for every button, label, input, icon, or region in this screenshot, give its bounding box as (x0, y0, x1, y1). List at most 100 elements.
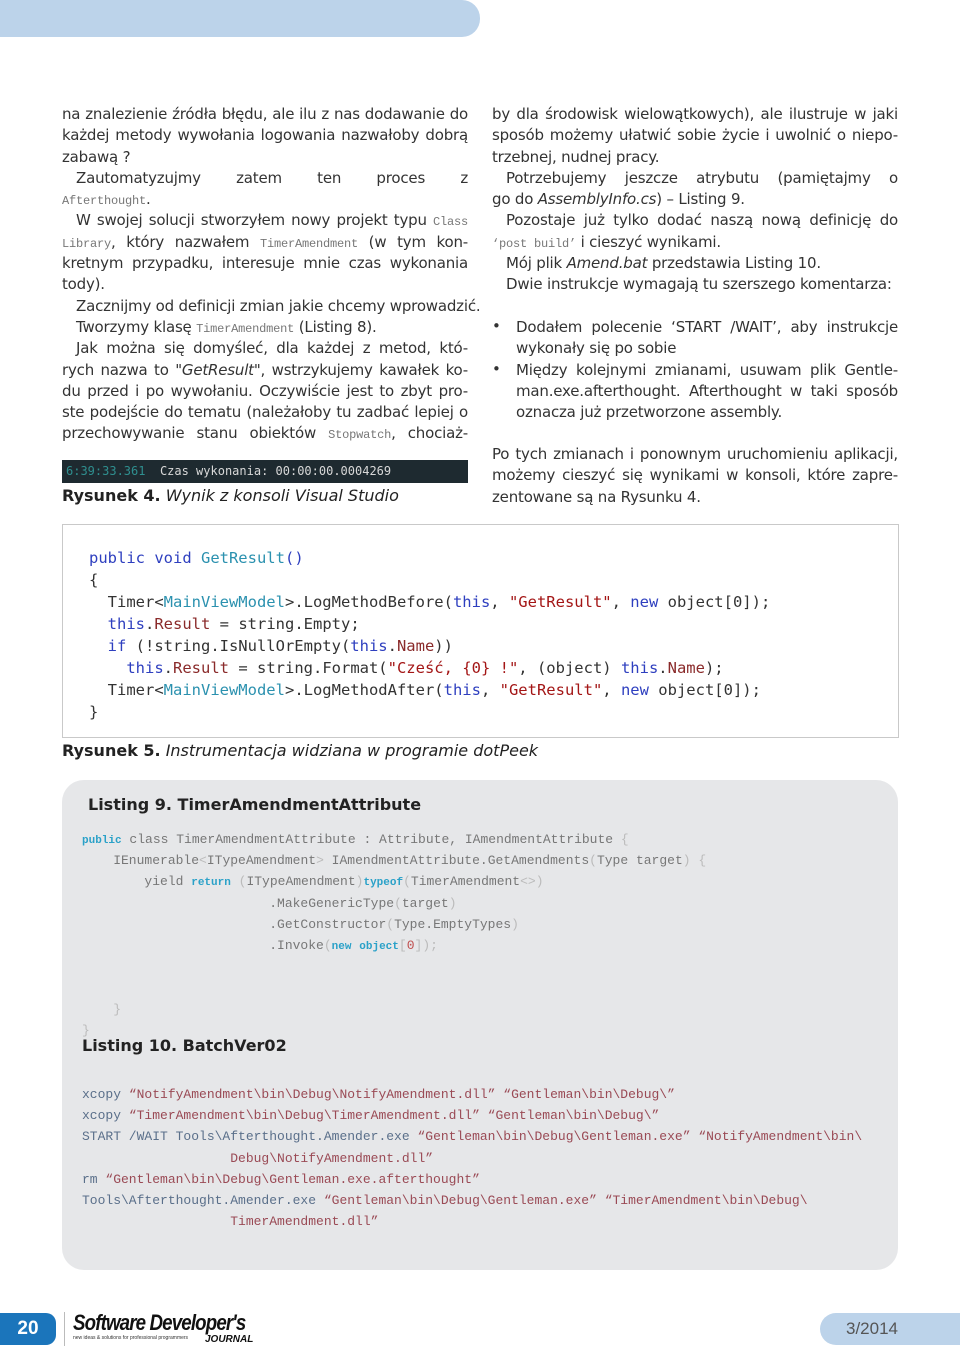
code-token: xcopy (82, 1087, 129, 1102)
code-line: yield return (ITypeAmendment)typeof(Time… (82, 871, 706, 892)
code-token: . (145, 615, 155, 633)
code-token: Type target (596, 853, 683, 869)
text-line: oznacza już przetworzone assembly. (516, 402, 898, 423)
code-line: public void GetResult() (89, 547, 770, 569)
code-token: > (316, 853, 324, 869)
code-token: ) (448, 895, 457, 911)
code-line: xcopy “NotifyAmendment\bin\Debug\NotifyA… (82, 1084, 862, 1105)
code-token: “NotifyAmendment\bin\Debug\NotifyAmendme… (128, 1087, 675, 1102)
code-token: ); (704, 659, 724, 677)
code-token: Type.EmptyTypes (394, 916, 512, 932)
magazine-logo: Software Developer's new ideas & solutio… (64, 1312, 276, 1346)
text-segment: W swojej solucji stworzyłem nowy projekt… (76, 211, 433, 230)
text-line: ste podejście do tematu (należałoby tu z… (62, 402, 468, 423)
code-token: >.LogMethodBefore( (284, 593, 453, 611)
code-line: Tools\Afterthought.Amender.exe “Gentlema… (82, 1190, 862, 1211)
code-token: “Gentleman\bin\Debug\Gentleman.exe” “Tim… (323, 1192, 808, 1208)
text-line: man.exe.afterthought. Afterthought w tak… (516, 381, 898, 402)
text-segment: ", wstrzykujemy kawałek ko- (253, 360, 468, 379)
text-line: W swojej solucji stworzyłem nowy projekt… (62, 210, 468, 231)
code-token: public (82, 835, 122, 847)
code-token: ITypeAmendment (206, 853, 317, 869)
text-line: Tworzymy klasę TimerAmendment (Listing 8… (62, 317, 468, 338)
text-segment: du przed i po wywołaniu. Oczywiście jest… (62, 381, 468, 400)
code-token: MainViewModel (163, 593, 285, 611)
code-line: .GetConstructor(Type.EmptyTypes) (82, 914, 706, 935)
code-token: } (82, 1001, 122, 1017)
code-token: Tools\Afterthought.Amender.exe (82, 1192, 324, 1208)
code-token: = string.Format( (229, 659, 388, 677)
code-token: this (350, 637, 388, 655)
code-line (82, 956, 706, 977)
text-line: Afterthought. (62, 189, 468, 210)
code-line: Debug\NotifyAmendment.dll” (82, 1148, 862, 1169)
code-token: ( (403, 874, 411, 890)
text-segment: Zacznijmy od definicji zmian jakie chcem… (76, 296, 481, 315)
text-line: Po tych zmianach i ponownym uruchomieniu… (492, 444, 898, 465)
listing-10-title: Listing 10. BatchVer02 (82, 1036, 287, 1055)
code-token: Name (396, 637, 435, 655)
code-token: GetResult (200, 549, 285, 567)
code-line: Timer<MainViewModel>.LogMethodBefore(thi… (89, 591, 771, 613)
text-segment: Library (62, 236, 112, 251)
code-token: this (89, 615, 145, 633)
code-line: } (82, 999, 706, 1020)
right-text-column: by dla środowisk wielowątkowych), ale il… (492, 104, 898, 296)
text-segment: by dla środowisk wielowątkowych), ale il… (492, 105, 898, 123)
code-token: >.LogMethodAfter( (284, 681, 444, 699)
code-token: (!string.IsNullOrEmpty( (126, 637, 351, 655)
text-segment: Pozostaje już tylko dodać naszą nową def… (506, 211, 898, 230)
code-token: object (359, 940, 399, 953)
text-segment: Stopwatch (328, 428, 392, 443)
code-token: “Gentleman\bin\Debug\Gentleman.exe” “Not… (417, 1129, 863, 1145)
code-token: TimerAmendment (410, 874, 521, 890)
code-token: xcopy (82, 1108, 129, 1124)
code-token: Debug\NotifyAmendment.dll” (82, 1150, 434, 1166)
text-line: każdej metody wywołania logowania nazwał… (62, 125, 468, 146)
code-line: this.Result = string.Empty; (89, 613, 770, 635)
code-token: { (89, 571, 99, 589)
code-token: Timer< (89, 593, 164, 611)
issue-number: 3/2014 (820, 1313, 960, 1345)
code-token: Name (667, 659, 705, 677)
text-line: Dwie instrukcje wymagają tu szerszego ko… (492, 274, 898, 295)
code-token: typeof (363, 877, 404, 890)
header-bar (0, 0, 480, 37)
text-segment: Tworzymy klasę (76, 317, 197, 336)
code-token: } (89, 703, 99, 721)
text-segment: Zautomatyzujmy zatem ten proces z wykorz… (76, 168, 468, 187)
code-line (82, 977, 706, 998)
code-token: .GetConstructor (82, 916, 387, 932)
text-segment: przedstawia Listing 10. (647, 254, 821, 273)
text-segment: Między kolejnymi zmianami, usuwam plik G… (516, 360, 898, 379)
code-token: TimerAmendment.dll” (82, 1214, 379, 1230)
console-text: Czas wykonania: 00:00:00.0004269 (159, 464, 392, 478)
text-segment: Dwie instrukcje wymagają tu szerszego ko… (506, 275, 892, 294)
text-line: na znalezienie źródła błędu, ale ilu z n… (62, 104, 468, 125)
text-line: Zacznijmy od definicji zmian jakie chcem… (62, 296, 481, 317)
text-segment: zabawą ? (62, 147, 131, 166)
code-token: , (602, 681, 621, 699)
list-item: • Dodałem polecenie ‘START /WAIT’, aby in… (492, 317, 898, 360)
code-token: ( (589, 853, 597, 869)
code-token: <>) (520, 874, 544, 890)
listing-9-code: public class TimerAmendmentAttribute : A… (82, 829, 706, 1041)
code-token: rm (82, 1171, 106, 1187)
code-line: .Invoke(new object[0]); (82, 935, 706, 956)
text-segment: TimerAmendment (196, 321, 295, 336)
code-token: this (620, 659, 659, 677)
code-token: IAmendmentAttribute.GetAmendments (323, 853, 590, 869)
text-segment: Dodałem polecenie ‘START /WAIT’, aby ins… (516, 318, 898, 336)
listing-9-title: Listing 9. TimerAmendmentAttribute (88, 795, 422, 814)
text-line: trzebnej, nudnej pracy. (492, 147, 898, 168)
text-segment: TimerAmendment (259, 236, 358, 251)
text-line: możemy cieszyć się wynikami w konsoli, k… (492, 465, 898, 486)
text-line: zentowane są na Rysunku 4. (492, 487, 898, 508)
figure-4-console-output: 6:39:33.361 Czas wykonania: 00:00:00.000… (62, 460, 468, 483)
text-segment: , chociaż- (391, 424, 468, 443)
text-line: Mój plik Amend.bat przedstawia Listing 1… (492, 253, 898, 274)
text-line: Zautomatyzujmy zatem ten proces z wykorz… (62, 168, 468, 189)
text-segment: . (146, 190, 151, 209)
